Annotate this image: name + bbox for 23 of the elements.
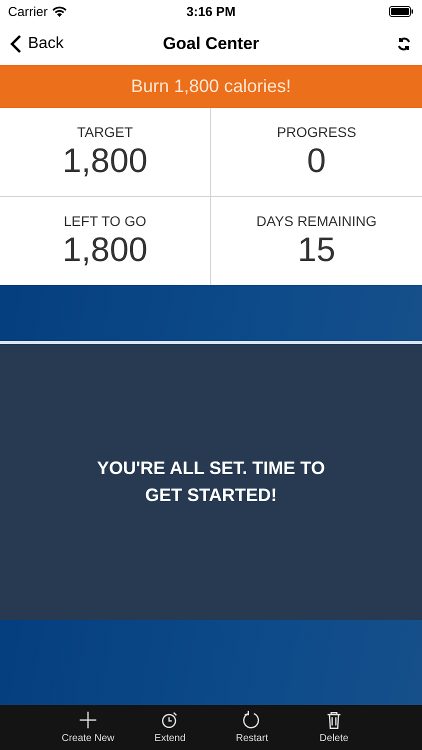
carrier-label: Carrier [8,4,48,18]
stat-label: PROGRESS [276,124,356,140]
stat-label: DAYS REMAINING [256,212,377,228]
back-button[interactable]: Back [10,34,100,54]
goal-banner: Burn 1,800 calories! [0,65,422,108]
stat-value: 0 [307,142,326,180]
stat-value: 15 [298,230,336,270]
refresh-icon [396,36,412,52]
toolbar-button[interactable]: Create New [59,705,117,750]
stat-value: 1,800 [62,142,148,180]
stat-value: 1,800 [62,230,148,270]
screen-title: Goal Center [162,34,260,54]
battery-icon [388,6,414,16]
clock-time: 3:16 PM [186,4,236,18]
status-message: YOU'RE ALL SET. TIME TO GET STARTED! [96,457,326,507]
stat-label: TARGET [77,124,133,140]
plus-icon [77,709,99,731]
toolbar-button[interactable]: Delete [305,705,363,750]
toolbar-button[interactable]: Extend [141,705,199,750]
wifi-icon [52,6,67,16]
toolbar-button[interactable]: Restart [223,705,281,750]
stat-label: LEFT TO GO [64,212,146,228]
chevron-left-icon [10,34,22,54]
